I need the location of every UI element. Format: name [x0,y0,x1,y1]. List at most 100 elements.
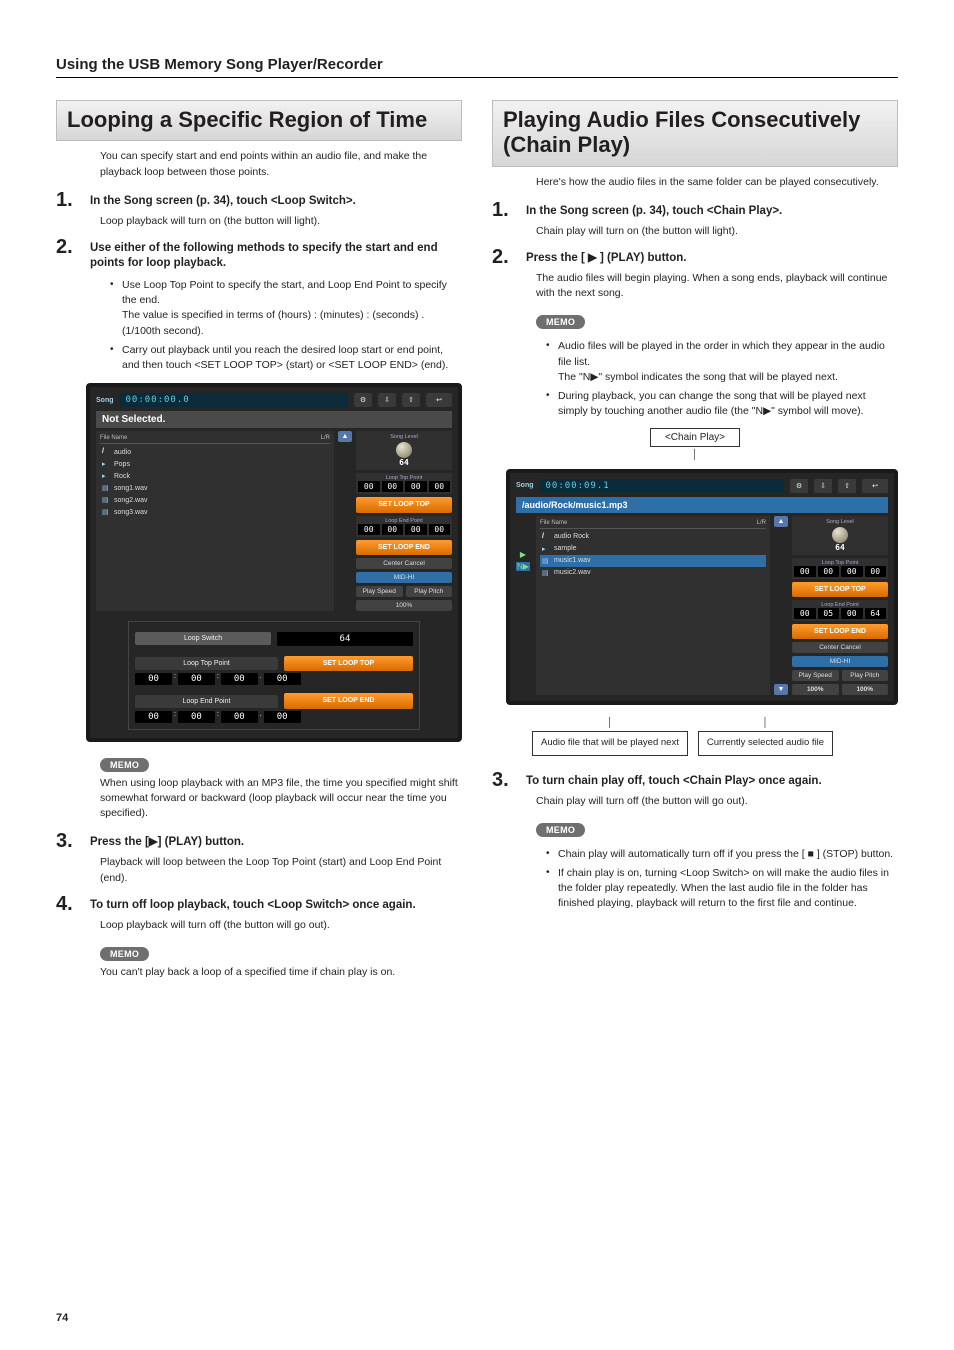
bullet: Carry out playback until you reach the d… [110,343,462,373]
scroll-up-button[interactable]: ▲ [338,431,352,442]
col-header: File Name [540,520,567,526]
left-intro: You can specify start and end points wit… [100,149,462,179]
playing-indicator-icon: ▶ [516,550,530,559]
memo-bullet: Audio files will be played in the order … [546,339,898,385]
step-title: In the Song screen (p. 34), touch <Chain… [526,200,782,220]
mid-hi[interactable]: MID-HI [792,656,888,667]
time-display: 00:00:00.0 [120,393,349,407]
step-number: 3 [56,831,90,851]
memo-bullet: During playback, you can change the song… [546,389,898,419]
percent-value: 100% [356,600,452,611]
arrow-up-icon: │ [532,717,688,727]
step-number: 3 [492,770,526,790]
mid-hi[interactable]: MID-HI [356,572,452,583]
chain-play-callout-label: <Chain Play> [650,428,740,447]
left-column: Looping a Specific Region of Time You ca… [56,100,462,990]
step-number: 1 [56,190,90,210]
memo-bullet: Chain play will automatically turn off i… [546,847,898,862]
step-number: 2 [492,247,526,267]
step-title: To turn chain play off, touch <Chain Pla… [526,770,822,790]
tab-label: Song [96,397,114,404]
memo-bullet: If chain play is on, turning <Loop Switc… [546,866,898,912]
memo-badge: MEMO [536,823,585,837]
center-cancel[interactable]: Center Cancel [792,642,888,653]
system-write-button[interactable]: ⇩ [378,393,396,407]
col-header: L/R [757,520,766,526]
folder-icon [102,472,110,480]
set-loop-end-button[interactable]: SET LOOP END [356,540,452,555]
step-sub: Playback will loop between the Loop Top … [100,855,462,885]
file-name: Rock [114,473,130,480]
step-sub: Loop playback will turn off (the button … [100,918,462,933]
set-loop-top-button[interactable]: SET LOOP TOP [356,497,452,512]
set-loop-top-button[interactable]: SET LOOP TOP [792,582,888,597]
callout-next-file: Audio file that will be played next [532,731,688,755]
page-number: 74 [56,1312,68,1324]
step-number: 2 [56,237,90,257]
up-icon [542,533,550,541]
file-name: song1.wav [114,485,147,492]
file-list[interactable]: File NameL/R audio Pops Rock song1.wav s… [96,431,334,611]
file-name: song2.wav [114,497,147,504]
loop-switch-button[interactable]: Loop Switch [135,632,271,645]
loop-top-point-button[interactable]: Loop Top Point [135,657,278,670]
song-title: Not Selected. [96,411,452,428]
play-speed[interactable]: Play Speed [356,586,403,597]
memo-badge: MEMO [100,947,149,961]
folder-icon [542,545,550,553]
level-knob[interactable] [832,527,848,543]
section-title-looping: Looping a Specific Region of Time [56,100,462,141]
file-name: music1.wav [554,557,591,564]
return-icon[interactable]: ↩ [862,479,888,493]
step-sub: Chain play will turn off (the button wil… [536,794,898,809]
step-number: 1 [492,200,526,220]
audio-icon [102,484,110,492]
file-name: audio Rock [554,533,589,540]
arrow-up-icon: │ [698,717,833,727]
loop-popup: Loop Switch 64 Loop Top Point SET LOOP T… [128,621,420,730]
play-pitch[interactable]: Play Pitch [842,670,889,681]
memo-text: When using loop playback with an MP3 fil… [100,776,462,822]
audio-icon [542,557,550,565]
v-link-button[interactable]: ⇧ [838,479,856,493]
set-loop-top-button[interactable]: SET LOOP TOP [284,656,413,671]
step-title: To turn off loop playback, touch <Loop S… [90,894,416,914]
play-speed[interactable]: Play Speed [792,670,839,681]
up-icon [102,448,110,456]
song-screen-mock-loop: Song 00:00:00.0 ⚙ ⇩ ⇧ ↩ Not Selected. Fi… [86,383,462,741]
return-icon[interactable]: ↩ [426,393,452,407]
memo-text: You can't play back a loop of a specifie… [100,965,462,980]
system-write-button[interactable]: ⇩ [814,479,832,493]
set-loop-end-button[interactable]: SET LOOP END [792,624,888,639]
section-title-chain: Playing Audio Files Consecutively (Chain… [492,100,898,167]
file-list[interactable]: File Name L/R audio Rock sample music1.wa… [536,516,770,696]
file-name: audio [114,449,131,456]
arrow-down-icon: │ [492,449,898,459]
utility-button[interactable]: ⚙ [790,479,808,493]
set-loop-end-button[interactable]: SET LOOP END [284,693,413,708]
step-sub: Loop playback will turn on (the button w… [100,214,462,229]
step-title: Press the [ ▶ ] (PLAY) button. [526,247,686,267]
level-knob[interactable] [396,442,412,458]
file-name: sample [554,545,577,552]
scroll-up-button[interactable]: ▲ [774,516,788,527]
utility-button[interactable]: ⚙ [354,393,372,407]
center-cancel[interactable]: Center Cancel [356,558,452,569]
song-level-label: Song Level [795,519,885,525]
play-pitch[interactable]: Play Pitch [406,586,453,597]
page-header: Using the USB Memory Song Player/Recorde… [56,56,898,78]
step-sub: The audio files will begin playing. When… [536,271,898,301]
loop-end-point-button[interactable]: Loop End Point [135,695,278,708]
step-number: 4 [56,894,90,914]
step-sub: Chain play will turn on (the button will… [536,224,898,239]
right-intro: Here's how the audio files in the same f… [536,175,898,190]
col-header: File Name [100,435,127,441]
scroll-down-button[interactable]: ▼ [774,684,788,695]
step-title: Use either of the following methods to s… [90,237,462,272]
v-link-button[interactable]: ⇧ [402,393,420,407]
callout-current-file: Currently selected audio file [698,731,833,755]
file-path: /audio/Rock/music1.mp3 [516,497,888,513]
bullet: Use Loop Top Point to specify the start,… [110,278,462,339]
tab-label: Song [516,482,534,489]
folder-icon [102,460,110,468]
